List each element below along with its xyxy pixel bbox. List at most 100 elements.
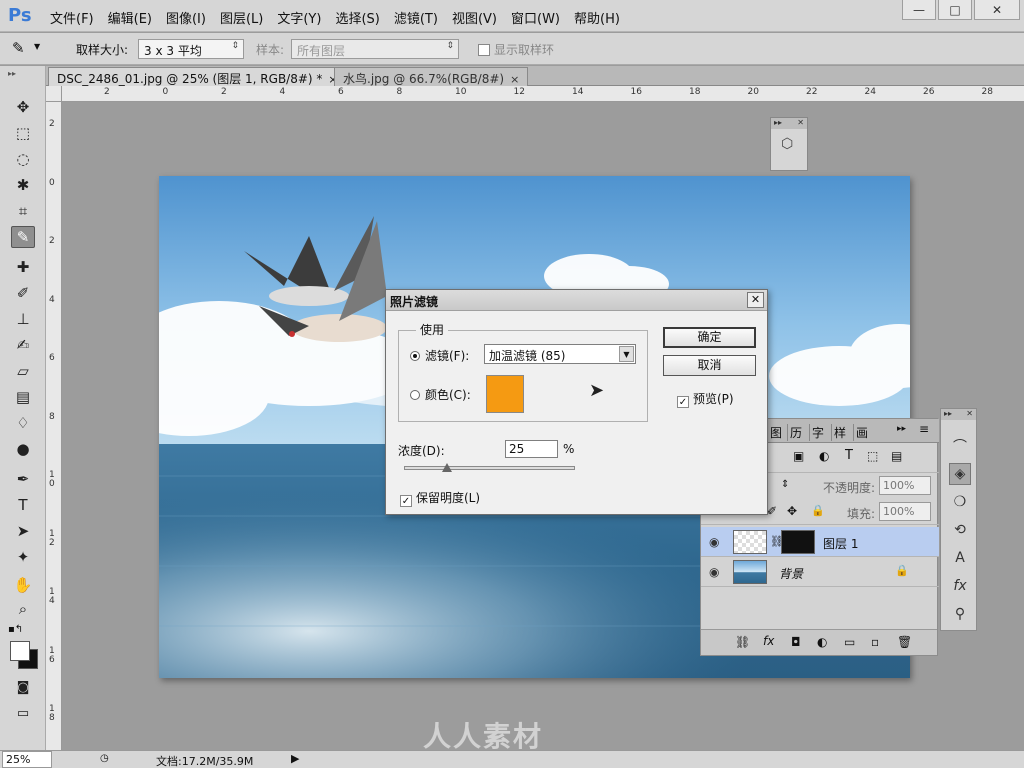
blur-tool-icon[interactable]: ♢ — [11, 412, 35, 434]
crop-tool-icon[interactable]: ⌗ — [11, 200, 35, 222]
dodge-tool-icon[interactable]: ● — [11, 438, 35, 460]
status-info-icon[interactable]: ◷ — [100, 753, 109, 764]
visibility-eye-icon[interactable]: ◉ — [709, 565, 719, 579]
marquee-tool-icon[interactable]: ⬚ — [11, 122, 35, 144]
fill-field[interactable]: 100% — [879, 502, 931, 521]
menu-image[interactable]: 图像(I) — [166, 8, 206, 27]
sample-select[interactable]: 所有图层 ⇕ — [291, 39, 459, 59]
pen-tool-icon[interactable]: ✒ — [11, 468, 35, 490]
minimize-button[interactable]: — — [902, 0, 936, 20]
lock-all-icon[interactable]: 🔒 — [811, 504, 825, 517]
menu-select[interactable]: 选择(S) — [335, 8, 379, 27]
shape-tool-icon[interactable]: ✦ — [11, 546, 35, 568]
preview-checkbox[interactable]: ✓ 预览(P) — [677, 390, 734, 408]
filter-image-icon[interactable]: ▣ — [793, 449, 804, 463]
dialog-close-button[interactable]: ✕ — [747, 292, 764, 308]
menu-window[interactable]: 窗口(W) — [511, 8, 560, 27]
3d-cube-icon[interactable]: ⬡ — [781, 136, 793, 152]
default-colors-icon[interactable]: ▪↰ — [8, 624, 23, 635]
status-menu-arrow-icon[interactable]: ▶ — [291, 752, 299, 765]
styles-fx-icon[interactable]: fx — [949, 575, 971, 597]
blend-mode-arrow-icon[interactable]: ⇕ — [781, 479, 789, 490]
brush-presets-icon[interactable]: ⚲ — [949, 603, 971, 625]
density-input[interactable]: 25 — [505, 440, 558, 458]
filter-adjustment-icon[interactable]: ◐ — [819, 449, 829, 463]
foreground-color-swatch[interactable] — [10, 641, 30, 661]
history-icon[interactable]: ⟲ — [949, 519, 971, 541]
zoom-field[interactable]: 25% — [2, 751, 52, 768]
toolbar-collapse-icon[interactable]: ▸▸ — [8, 69, 16, 78]
color-swatch[interactable] — [486, 375, 524, 413]
expand-icon[interactable]: ▸▸ — [944, 409, 952, 420]
layers-stack-icon[interactable]: ◈ — [949, 463, 971, 485]
add-mask-icon[interactable]: ◘ — [791, 635, 801, 649]
filter-shape-icon[interactable]: ⬚ — [867, 449, 878, 463]
menu-layer[interactable]: 图层(L) — [220, 8, 263, 27]
quick-mask-icon[interactable]: ◙ — [11, 676, 35, 698]
history-brush-icon[interactable]: ✍ — [11, 334, 35, 356]
new-layer-icon[interactable]: ▫ — [871, 635, 879, 649]
delete-layer-icon[interactable]: 🗑 — [897, 635, 912, 649]
menu-help[interactable]: 帮助(H) — [574, 8, 620, 27]
layer-row-layer1[interactable]: ◉ ⛓ 图层 1 — [701, 527, 939, 557]
layer-mask-thumbnail[interactable] — [781, 530, 815, 554]
move-tool-icon[interactable]: ✥ — [11, 96, 35, 118]
menu-file[interactable]: 文件(F) — [50, 8, 94, 27]
clone-stamp-icon[interactable]: ⊥ — [11, 308, 35, 330]
hand-tool-icon[interactable]: ✋ — [11, 574, 35, 596]
density-slider-track[interactable] — [404, 466, 575, 470]
type-tool-icon[interactable]: T — [11, 494, 35, 516]
tab-layers[interactable]: 图 — [767, 424, 784, 441]
color-radio[interactable]: 颜色(C): — [410, 386, 471, 403]
lasso-tool-icon[interactable]: ◌ — [11, 148, 35, 170]
horizontal-ruler[interactable]: 2 0 2 4 6 8 10 12 14 16 18 20 22 24 26 28 — [62, 86, 1024, 102]
maximize-button[interactable]: □ — [938, 0, 972, 20]
expand-icon[interactable]: ▸▸ — [774, 118, 782, 129]
tab-brush[interactable]: 画 — [853, 424, 870, 441]
filter-radio[interactable]: 滤镜(F): — [410, 347, 469, 364]
menu-type[interactable]: 文字(Y) — [277, 8, 321, 27]
gradient-tool-icon[interactable]: ▤ — [11, 386, 35, 408]
adjustment-layer-icon[interactable]: ◐ — [817, 635, 827, 649]
show-ring-checkbox[interactable]: 显示取样环 — [478, 41, 554, 58]
eraser-tool-icon[interactable]: ▱ — [11, 360, 35, 382]
vertical-ruler[interactable]: 2 0 2 4 6 8 1 0 1 2 1 4 1 6 1 8 — [46, 102, 62, 750]
tab-history[interactable]: 历 — [787, 424, 804, 441]
filter-type-icon[interactable]: T — [845, 448, 853, 463]
link-layers-icon[interactable]: ⛓ — [735, 635, 750, 649]
layer-row-background[interactable]: ◉ 背景 🔒 — [701, 557, 939, 587]
cancel-button[interactable]: 取消 — [663, 355, 756, 376]
layer-name[interactable]: 背景 — [779, 565, 803, 582]
healing-brush-icon[interactable]: ✚ — [11, 256, 35, 278]
panel-menu-icon[interactable]: ≡ — [919, 422, 929, 436]
magic-wand-icon[interactable]: ✱ — [11, 174, 35, 196]
paths-icon[interactable]: ⌒ — [949, 435, 971, 457]
preserve-luminosity-checkbox[interactable]: ✓ 保留明度(L) — [400, 489, 480, 507]
layer-name[interactable]: 图层 1 — [823, 535, 858, 552]
eyedropper-option-icon[interactable]: ✎ — [12, 39, 25, 57]
menu-view[interactable]: 视图(V) — [452, 8, 497, 27]
sample-size-select[interactable]: 3 x 3 平均 ⇕ — [138, 39, 244, 59]
brush-tool-icon[interactable]: ✐ — [11, 282, 35, 304]
tool-preset-dropdown-icon[interactable]: ▼ — [34, 42, 40, 51]
filter-select[interactable]: 加温滤镜 (85) ▼ — [484, 344, 636, 364]
filter-smart-icon[interactable]: ▤ — [891, 449, 902, 463]
tab-close-icon[interactable]: × — [510, 73, 519, 86]
visibility-eye-icon[interactable]: ◉ — [709, 535, 719, 549]
opacity-field[interactable]: 100% — [879, 476, 931, 495]
eyedropper-tool-icon[interactable]: ✎ — [11, 226, 35, 248]
close-window-button[interactable]: ✕ — [974, 0, 1020, 20]
ok-button[interactable]: 确定 — [663, 327, 756, 348]
character-icon[interactable]: A — [949, 547, 971, 569]
panel-expand-icon[interactable]: ▸▸ — [897, 424, 906, 434]
new-group-icon[interactable]: ▭ — [844, 635, 855, 649]
screen-mode-icon[interactable]: ▭ — [11, 702, 35, 724]
zoom-tool-icon[interactable]: ⌕ — [11, 598, 35, 620]
lock-pixels-icon[interactable]: ✐ — [767, 504, 777, 518]
path-selection-icon[interactable]: ➤ — [11, 520, 35, 542]
density-slider-thumb[interactable] — [441, 463, 452, 472]
channels-icon[interactable]: ❍ — [949, 491, 971, 513]
close-icon[interactable]: ✕ — [966, 409, 973, 420]
menu-filter[interactable]: 滤镜(T) — [394, 8, 438, 27]
menu-edit[interactable]: 编辑(E) — [108, 8, 152, 27]
